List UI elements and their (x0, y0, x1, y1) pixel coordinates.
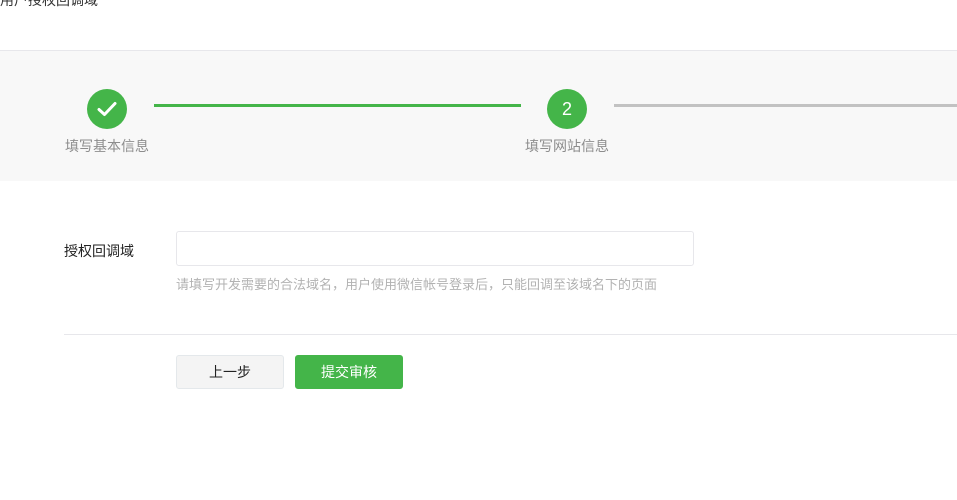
check-icon (97, 101, 117, 117)
callback-domain-label: 授权回调域 (64, 243, 134, 259)
callback-domain-tip: 请填写开发需要的合法域名，用户使用微信帐号登录后，只能回调至该域名下的页面 (176, 277, 658, 292)
step-indicator: 2 填写基本信息 填写网站信息 (0, 51, 957, 181)
page-title: 用户授权回调域 (0, 0, 98, 8)
form-divider (64, 334, 957, 335)
step-2-label: 填写网站信息 (525, 138, 609, 154)
prev-step-button[interactable]: 上一步 (176, 355, 284, 389)
callback-domain-input[interactable] (176, 231, 694, 266)
submit-review-button[interactable]: 提交审核 (295, 355, 403, 389)
page: 用户授权回调域 2 填写基本信息 填写网站信息 授权回调域 请填写开发需要的合法… (0, 0, 957, 500)
step-2-number: 2 (561, 98, 572, 119)
step-connector-done (154, 104, 521, 107)
step-connector-pending (614, 104, 957, 107)
step-1-label: 填写基本信息 (65, 138, 149, 154)
step-1-circle (87, 89, 127, 129)
step-2-circle: 2 (547, 89, 587, 129)
